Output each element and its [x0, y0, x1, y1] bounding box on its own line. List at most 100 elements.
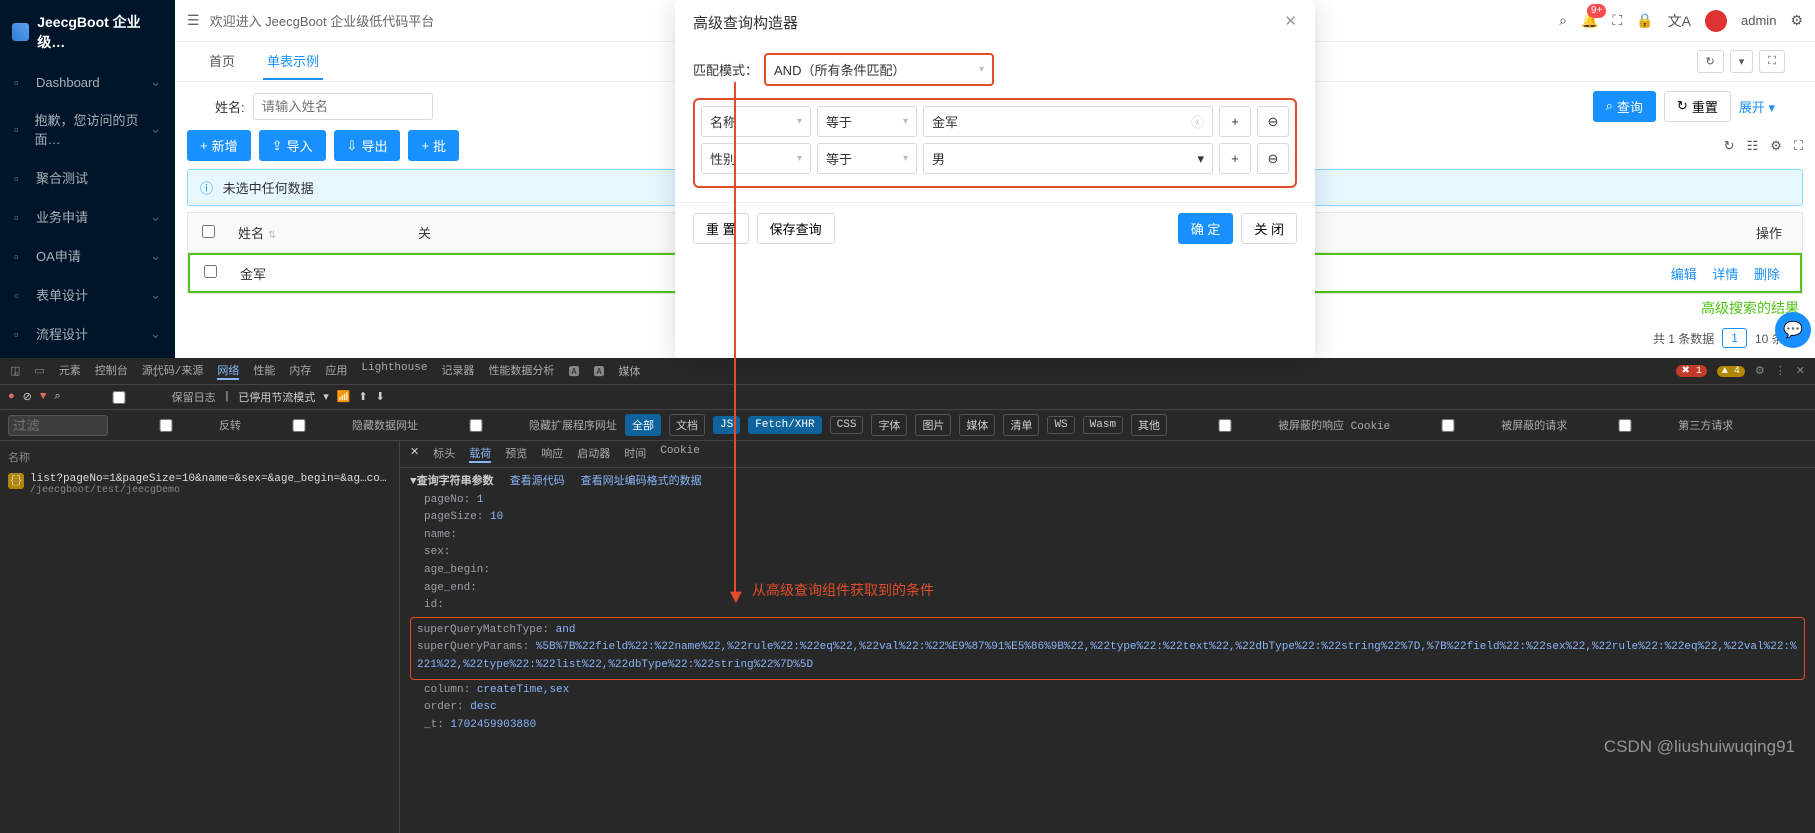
- add-condition-button[interactable]: +: [1219, 143, 1251, 174]
- refresh-icon[interactable]: ↻: [1724, 138, 1735, 154]
- clear-icon[interactable]: ⊘: [23, 390, 32, 404]
- perf-icon[interactable]: 🅰: [593, 363, 604, 379]
- tab-expand[interactable]: ⛶: [1759, 50, 1785, 73]
- media-tab[interactable]: 媒体: [618, 363, 640, 379]
- sidebar-item[interactable]: ▫OA申请⌄: [0, 236, 175, 275]
- condition-value-input[interactable]: 金军ⓧ: [923, 106, 1213, 137]
- throttle-select[interactable]: 已停用节流模式: [238, 389, 315, 405]
- devtools-tab[interactable]: 记录器: [441, 362, 474, 380]
- type-css[interactable]: CSS: [830, 416, 864, 434]
- pager-current[interactable]: 1: [1722, 328, 1747, 348]
- query-button[interactable]: ⌕ 查询: [1593, 91, 1656, 122]
- match-mode-select[interactable]: AND（所有条件匹配）▾: [764, 53, 994, 86]
- detail-tab[interactable]: Cookie: [660, 445, 700, 463]
- devtools-tab[interactable]: 性能: [253, 362, 275, 380]
- modal-save-button[interactable]: 保存查询: [757, 213, 835, 244]
- warn-badge[interactable]: ▲ 4: [1717, 366, 1745, 377]
- preserve-log-checkbox[interactable]: 保留日志: [69, 389, 216, 405]
- chat-bubble[interactable]: 💬: [1775, 312, 1811, 348]
- sidebar-logo[interactable]: JeecgBoot 企业级…: [0, 0, 175, 64]
- clear-icon[interactable]: ⓧ: [1191, 112, 1204, 131]
- type-img[interactable]: 图片: [915, 414, 951, 436]
- sidebar-item[interactable]: ▫流程设计⌄: [0, 314, 175, 353]
- type-wasm[interactable]: Wasm: [1083, 416, 1123, 434]
- view-urlencoded-link[interactable]: 查看网址编码格式的数据: [581, 474, 702, 492]
- devtools-settings-icon[interactable]: ⚙: [1755, 364, 1765, 378]
- devtools-tab[interactable]: 内存: [289, 362, 311, 380]
- bell-icon[interactable]: 🔔9+: [1581, 12, 1598, 29]
- refresh-button[interactable]: ↻: [1697, 50, 1724, 73]
- lock-icon[interactable]: 🔒: [1636, 12, 1653, 29]
- type-xhr[interactable]: Fetch/XHR: [748, 416, 821, 434]
- username[interactable]: admin: [1741, 13, 1776, 28]
- devtools-tab[interactable]: 控制台: [95, 362, 128, 380]
- sidebar-item[interactable]: ▫Dashboard⌄: [0, 64, 175, 100]
- tab[interactable]: 单表示例: [263, 43, 323, 80]
- search-network-icon[interactable]: ⌕: [54, 391, 60, 403]
- condition-value-input[interactable]: 男▾: [923, 143, 1213, 174]
- detail-tab[interactable]: 标头: [433, 445, 455, 463]
- view-source-link[interactable]: 查看源代码: [510, 474, 565, 492]
- invert-checkbox[interactable]: 反转: [116, 417, 241, 433]
- sort-icon[interactable]: ⇅: [268, 230, 276, 241]
- condition-op-select[interactable]: 等于▾: [817, 106, 917, 137]
- density-icon[interactable]: ☷: [1747, 138, 1759, 154]
- filter-input[interactable]: [8, 415, 108, 436]
- select-all-checkbox[interactable]: [202, 225, 215, 238]
- type-ws[interactable]: WS: [1047, 416, 1074, 434]
- settings-icon[interactable]: ⚙: [1770, 138, 1782, 154]
- fullscreen-table-icon[interactable]: ⛶: [1794, 138, 1803, 154]
- devtools-tab[interactable]: Lighthouse: [361, 362, 427, 380]
- expand-link[interactable]: 展开 ▾: [1739, 97, 1775, 116]
- sidebar-item[interactable]: ▫表单设计⌄: [0, 275, 175, 314]
- import-button[interactable]: ⇪ 导入: [259, 130, 326, 161]
- hide-data-checkbox[interactable]: 隐藏数据网址: [249, 417, 418, 433]
- edit-link[interactable]: 编辑: [1671, 267, 1697, 282]
- remove-condition-button[interactable]: ⊖: [1257, 143, 1289, 174]
- condition-field-select[interactable]: 性别▾: [701, 143, 811, 174]
- condition-field-select[interactable]: 名称▾: [701, 106, 811, 137]
- remove-condition-button[interactable]: ⊖: [1257, 106, 1289, 137]
- type-all[interactable]: 全部: [625, 414, 661, 436]
- devtools-more-icon[interactable]: ⋮: [1775, 364, 1786, 378]
- fullscreen-icon[interactable]: ⛶: [1612, 12, 1622, 29]
- request-item[interactable]: {} list?pageNo=1&pageSize=10&name=&sex=&…: [6, 469, 393, 500]
- hide-ext-checkbox[interactable]: 隐藏扩展程序网址: [426, 417, 617, 433]
- detail-tab[interactable]: 载荷: [469, 445, 491, 463]
- recorder-icon[interactable]: 🅰: [568, 363, 579, 379]
- blocked-req-checkbox[interactable]: 被屏蔽的请求: [1398, 417, 1567, 433]
- modal-close-button[interactable]: 关 闭: [1241, 213, 1297, 244]
- avatar[interactable]: [1705, 10, 1727, 32]
- wifi-icon[interactable]: 📶: [337, 390, 351, 404]
- devtools-close-icon[interactable]: ✕: [1796, 364, 1805, 378]
- detail-link[interactable]: 详情: [1712, 267, 1738, 282]
- devtools-tab[interactable]: 网络: [217, 362, 239, 380]
- type-doc[interactable]: 文档: [669, 414, 705, 436]
- tab[interactable]: 首页: [205, 43, 239, 80]
- sidebar-item[interactable]: ▫抱歉，您访问的页面…⌄: [0, 100, 175, 158]
- tab-dropdown[interactable]: ▾: [1730, 50, 1754, 73]
- row-checkbox[interactable]: [204, 265, 217, 278]
- type-media[interactable]: 媒体: [959, 414, 995, 436]
- third-party-checkbox[interactable]: 第三方请求: [1575, 417, 1733, 433]
- sidebar-item[interactable]: ▫业务申请⌄: [0, 197, 175, 236]
- collapse-icon[interactable]: ☰: [187, 12, 200, 29]
- delete-link[interactable]: 删除: [1754, 267, 1780, 282]
- detail-tab[interactable]: 启动器: [577, 445, 610, 463]
- modal-reset-button[interactable]: 重 置: [693, 213, 749, 244]
- type-js[interactable]: JS: [713, 416, 740, 434]
- search-icon[interactable]: ⌕: [1559, 12, 1567, 29]
- sidebar-item[interactable]: ▫聚合测试: [0, 158, 175, 197]
- error-badge[interactable]: ✖ 1: [1676, 365, 1706, 377]
- upload-icon[interactable]: ⬆: [358, 390, 367, 404]
- condition-op-select[interactable]: 等于▾: [817, 143, 917, 174]
- reset-button[interactable]: ↻ 重置: [1664, 91, 1731, 122]
- add-button[interactable]: + 新增: [187, 130, 251, 161]
- devtools-tab[interactable]: 性能数据分析: [488, 362, 554, 380]
- blocked-cookie-checkbox[interactable]: 被屏蔽的响应 Cookie: [1175, 417, 1390, 433]
- name-input[interactable]: [253, 93, 433, 120]
- type-other[interactable]: 其他: [1131, 414, 1167, 436]
- device-icon[interactable]: ▭: [34, 364, 44, 378]
- add-condition-button[interactable]: +: [1219, 106, 1251, 137]
- col-name[interactable]: 姓名: [238, 226, 264, 241]
